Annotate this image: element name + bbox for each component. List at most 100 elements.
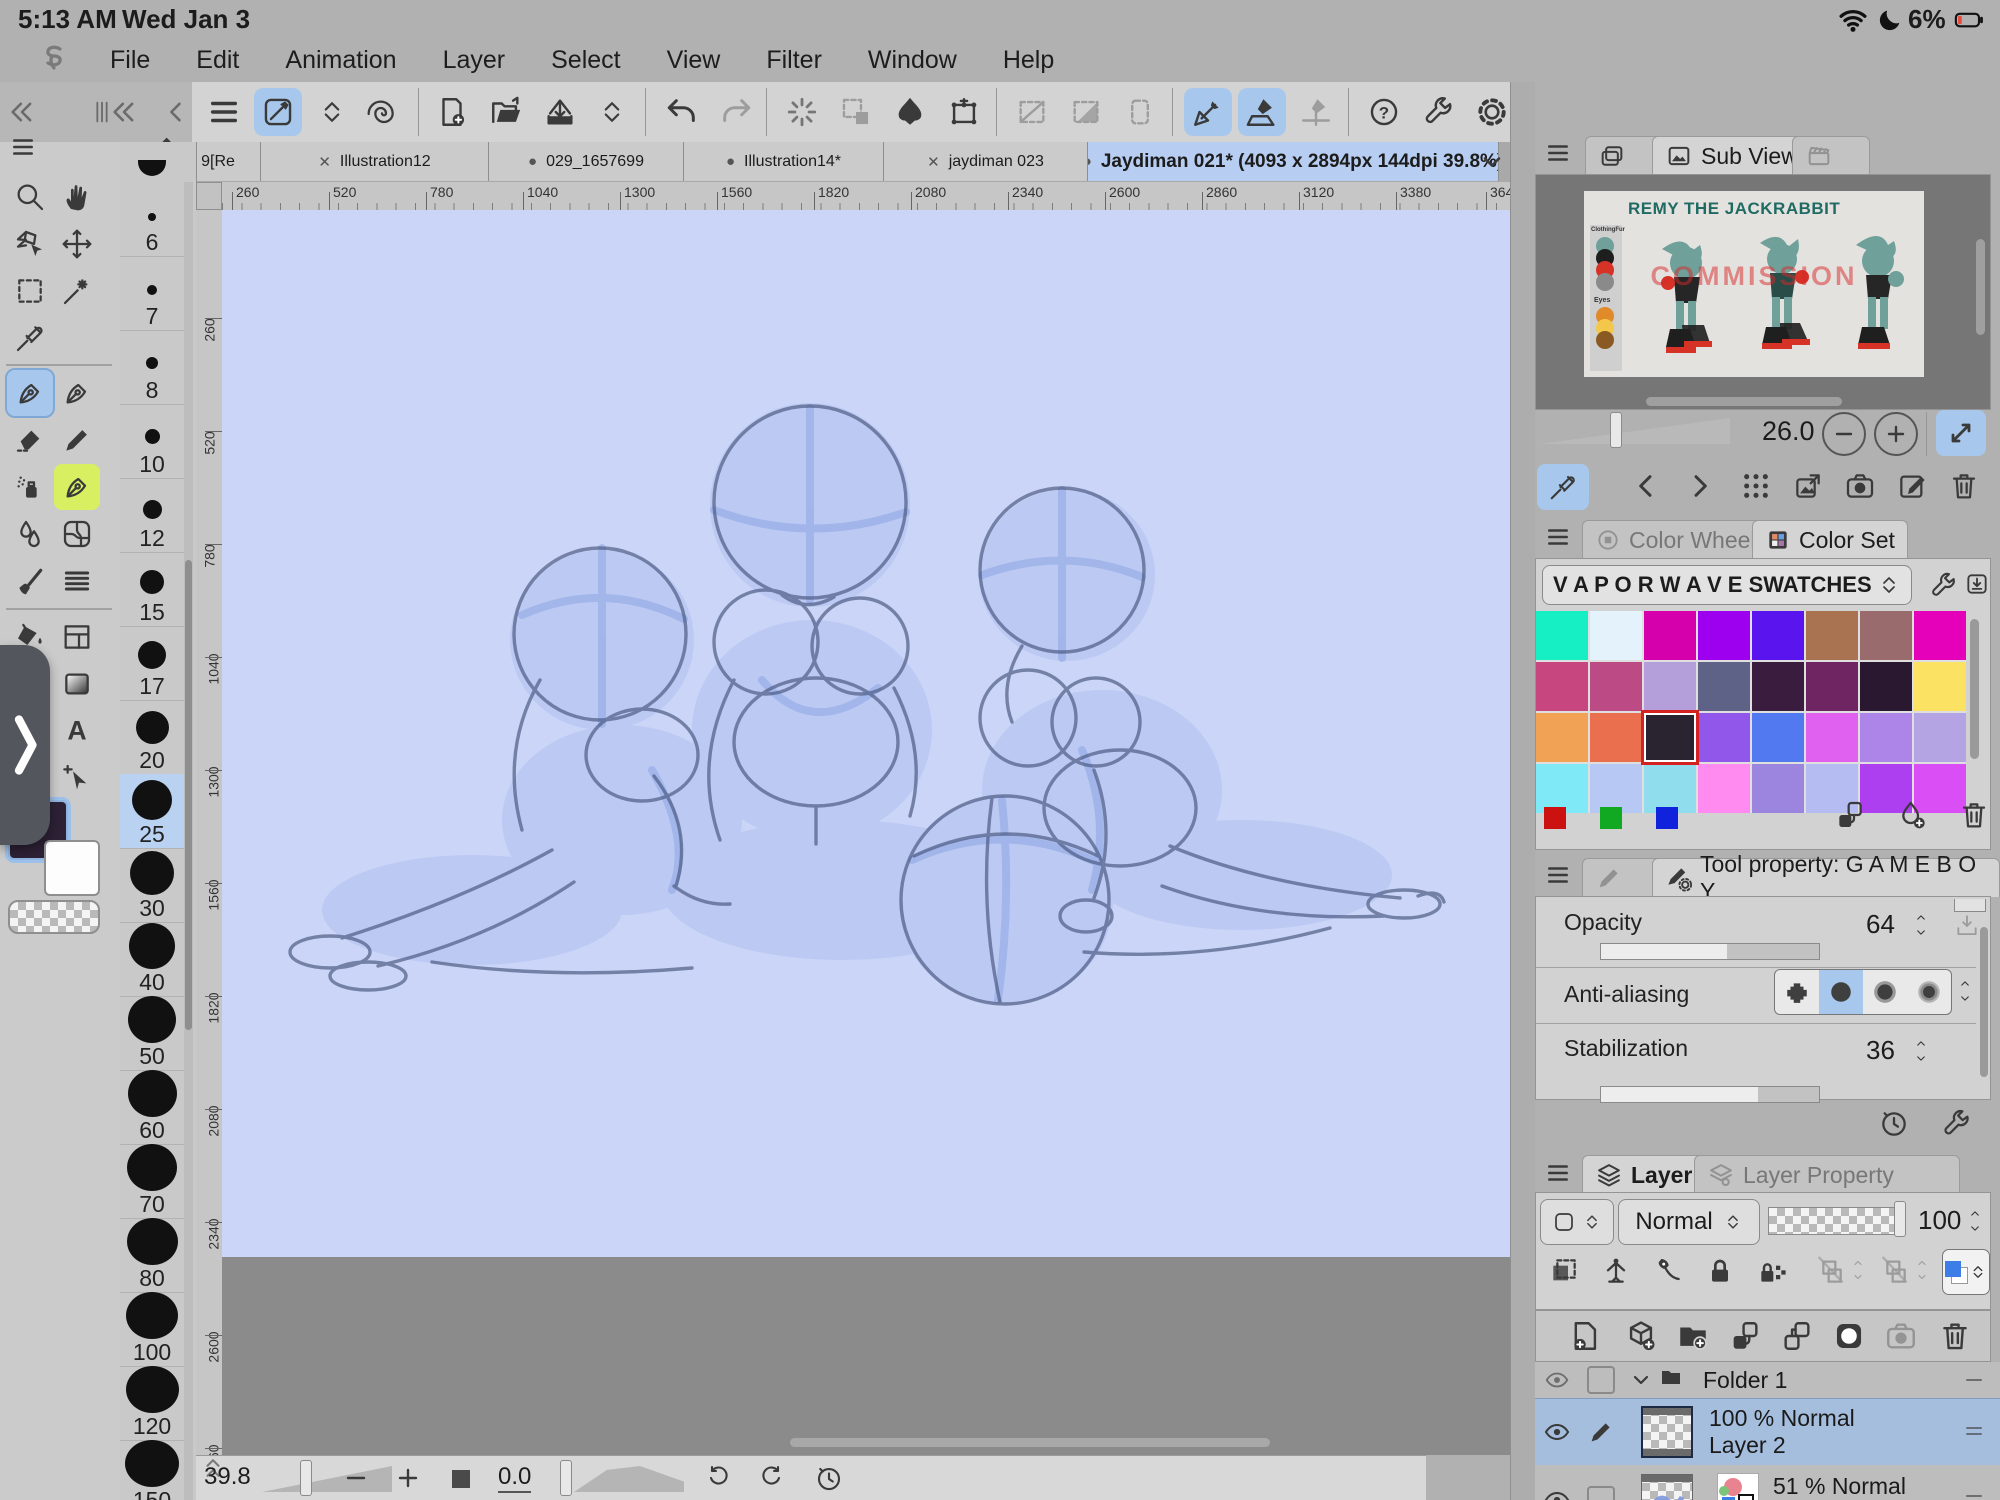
transfer-to-layer-icon[interactable]	[1728, 1319, 1762, 1353]
document-tab-1[interactable]: ✕ Illustration12	[261, 142, 489, 181]
brush-size-20[interactable]: 20	[120, 700, 184, 775]
toolbar-vector-snap-button[interactable]	[1292, 88, 1340, 136]
side-drag-handle[interactable]	[0, 645, 50, 845]
lock-transparent-pixels-icon[interactable]	[1756, 1255, 1788, 1287]
brush-size-40[interactable]: 40	[120, 922, 184, 997]
swatch-scrollbar[interactable]	[1970, 619, 1979, 759]
quick-color-blue[interactable]	[1656, 807, 1678, 829]
tool-pen-selected[interactable]	[7, 370, 53, 416]
brush-size-25-selected[interactable]: 25	[120, 774, 184, 849]
layer-mask-icon[interactable]	[1832, 1319, 1866, 1353]
menu-layer[interactable]: Layer	[443, 46, 506, 75]
new-layer-icon[interactable]	[1568, 1319, 1602, 1353]
ruler-range-icon[interactable]	[1878, 1255, 1910, 1287]
apply-mask-icon[interactable]	[1884, 1319, 1918, 1353]
toolbar-preferences-gear-button[interactable]	[1468, 88, 1516, 136]
tool-hand[interactable]	[54, 174, 100, 220]
opacity-stepper[interactable]	[1910, 911, 1932, 939]
brush-size-10[interactable]: 10	[120, 404, 184, 479]
color-swatch[interactable]	[1590, 611, 1642, 660]
tool-palette-menu-icon[interactable]	[10, 134, 36, 160]
tool-figure[interactable]	[54, 558, 100, 604]
layer-visibility-icon[interactable]	[1543, 1418, 1571, 1446]
color-swatch-selected[interactable]	[1644, 713, 1696, 762]
opacity-slider[interactable]	[1600, 943, 1820, 960]
layer-palette-selector[interactable]	[1540, 1199, 1614, 1245]
tool-property-history-icon[interactable]	[1878, 1108, 1910, 1140]
enable-mask-icon[interactable]	[1814, 1255, 1846, 1287]
tool-auto-select[interactable]	[54, 268, 100, 314]
subview-next-icon[interactable]	[1684, 470, 1716, 502]
color-swatch[interactable]	[1698, 713, 1750, 762]
tool-property-wrench-icon[interactable]	[1940, 1108, 1972, 1140]
quick-color-red[interactable]	[1544, 807, 1566, 829]
stabilization-value[interactable]: 36	[1866, 1035, 1895, 1066]
menu-help[interactable]: Help	[1003, 46, 1054, 75]
clip-studio-logo-icon[interactable]	[38, 42, 74, 78]
toolbar-new-canvas-button[interactable]	[428, 88, 476, 136]
tool-liquify[interactable]	[54, 511, 100, 557]
brush-size-120[interactable]: 120	[120, 1366, 184, 1441]
toolbar-auto-action-button[interactable]	[358, 88, 406, 136]
toolbar-select-shape-button[interactable]	[1062, 88, 1110, 136]
color-set-edit-wrench-icon[interactable]	[1928, 571, 1958, 601]
toolbar-select-line-button[interactable]	[1008, 88, 1056, 136]
color-swatch[interactable]	[1536, 662, 1588, 711]
color-swatch[interactable]	[1536, 764, 1588, 813]
tab-unsaved-icon[interactable]: ●	[1088, 153, 1092, 170]
toolbar-undo-button[interactable]	[658, 88, 706, 136]
menu-view[interactable]: View	[667, 46, 721, 75]
toolbar-save-stepper[interactable]	[588, 88, 636, 136]
layer-visibility-icon[interactable]	[1544, 1367, 1570, 1393]
layer-thumbnail[interactable]	[1641, 1406, 1693, 1458]
dock-pin-icon[interactable]	[162, 98, 190, 126]
expand-panel-chevrons[interactable]	[200, 1452, 226, 1484]
subview-hscrollbar[interactable]	[1646, 397, 1842, 406]
tool-blend[interactable]	[7, 511, 53, 557]
subview-import-image-icon[interactable]	[1792, 470, 1824, 502]
document-tab-active[interactable]: ● Jaydiman 021* (4093 x 2894px 144dpi 39…	[1088, 142, 1499, 181]
subview-eyedropper-toggle[interactable]	[1537, 464, 1589, 510]
tab-tool-property[interactable]: Tool property: G A M E B O Y	[1652, 858, 2000, 897]
subview-zoom-out-button[interactable]	[1822, 412, 1866, 456]
subview-fit-button[interactable]	[1936, 410, 1986, 456]
opacity-dynamics-icon[interactable]	[1954, 913, 1980, 939]
tab-close-icon[interactable]: ✕	[318, 153, 331, 171]
toolbar-save-button[interactable]	[536, 88, 584, 136]
color-swatch[interactable]	[1860, 713, 1912, 762]
rotate-left-icon[interactable]	[706, 1464, 736, 1494]
color-swatch[interactable]	[1698, 764, 1750, 813]
layer-row-layer2-selected[interactable]: 100 % Normal Layer 2	[1535, 1398, 2000, 1466]
zoom-slider-handle[interactable]	[300, 1460, 312, 1496]
tab-sub-view[interactable]: Sub View	[1652, 136, 1811, 175]
lock-layer-icon[interactable]	[1704, 1255, 1736, 1287]
color-swatch[interactable]	[1752, 662, 1804, 711]
toolbar-crop-selection-button[interactable]	[832, 88, 880, 136]
brush-size-8[interactable]: 8	[120, 330, 184, 405]
subview-delete-icon[interactable]	[1948, 470, 1980, 502]
document-tab-2[interactable]: ● 029_1657699	[489, 142, 684, 181]
brush-size-scrollbar-thumb[interactable]	[185, 560, 192, 1030]
toolbar-menu-button[interactable]	[200, 88, 248, 136]
brush-size-70[interactable]: 70	[120, 1144, 184, 1219]
rotate-right-icon[interactable]	[760, 1464, 790, 1494]
tool-frame-border[interactable]	[54, 614, 100, 660]
subview-edit-icon[interactable]	[1896, 470, 1928, 502]
subview-vscrollbar[interactable]	[1976, 239, 1985, 335]
menu-filter[interactable]: Filter	[766, 46, 822, 75]
menu-animation[interactable]: Animation	[285, 46, 396, 75]
brush-size-6[interactable]: 6	[120, 182, 184, 257]
brush-size-80[interactable]: 80	[120, 1218, 184, 1293]
menu-window[interactable]: Window	[868, 46, 957, 75]
tab-color-set[interactable]: Color Set	[1752, 520, 1908, 559]
tab-list-chevron-icon[interactable]	[1478, 148, 1506, 176]
subview-thumbnail-list-icon[interactable]	[1740, 470, 1772, 502]
enable-mask-stepper[interactable]	[1848, 1257, 1868, 1283]
tool-eyedropper[interactable]	[7, 315, 53, 361]
secondary-color-chip[interactable]	[44, 840, 100, 896]
tool-zoom[interactable]	[7, 174, 53, 220]
tab-color-wheel[interactable]: Color Wheel	[1582, 520, 1769, 559]
dock-collapse-icon[interactable]	[110, 98, 138, 126]
layer-thumbnail[interactable]	[1641, 1474, 1693, 1500]
antialiasing-stepper[interactable]	[1954, 977, 1976, 1005]
